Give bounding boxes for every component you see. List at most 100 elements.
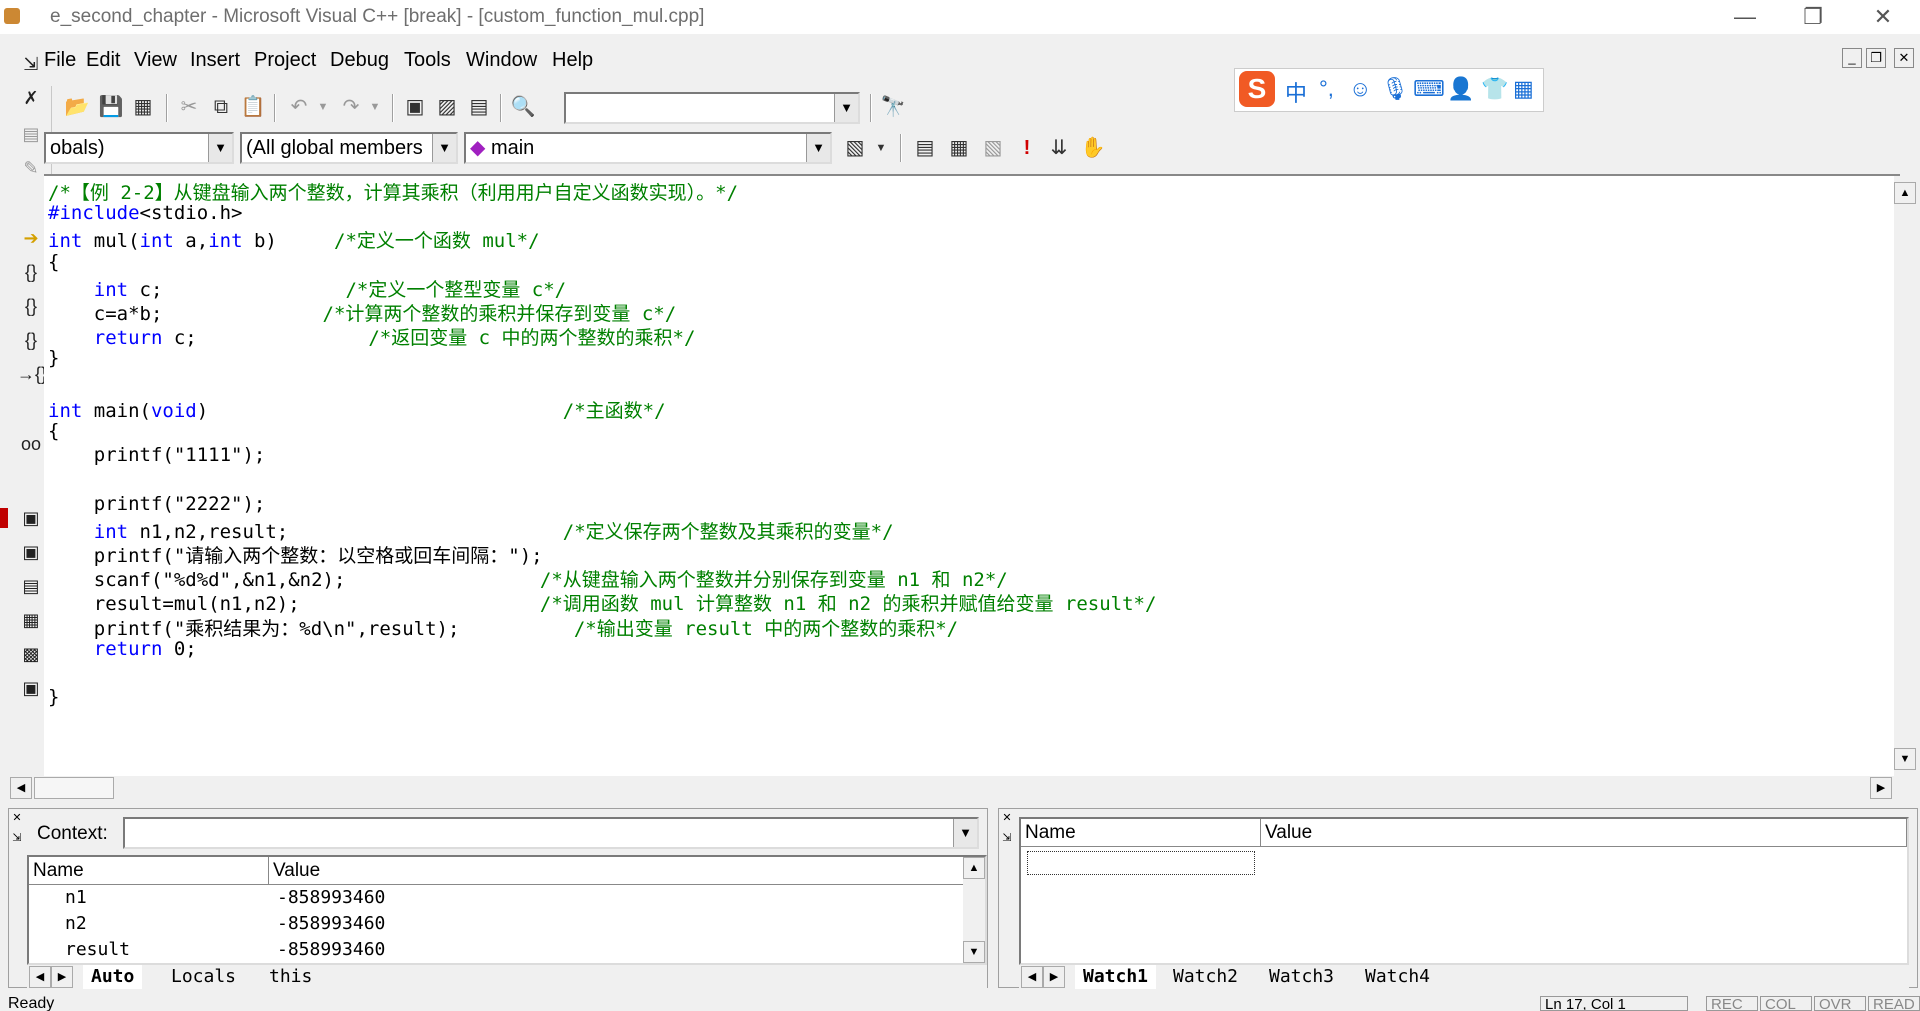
tab-scroll-left-icon[interactable]: ◀ (1021, 966, 1043, 988)
code-line[interactable]: printf("乘积结果为：%d\n",result); /*输出变量 resu… (48, 614, 958, 640)
code-line[interactable]: return 0; (48, 638, 197, 662)
editor-vertical-scrollbar[interactable]: ▲ ▼ (1894, 176, 1918, 776)
show-next-statement-icon[interactable]: ➔ (17, 224, 45, 252)
menu-file[interactable]: File (44, 49, 76, 72)
quickwatch-glasses-icon[interactable]: oo (17, 430, 45, 458)
step-over-brace-icon[interactable]: {} (17, 292, 45, 320)
execute-icon[interactable]: ! (1012, 133, 1042, 163)
variables-vertical-scrollbar[interactable]: ▲ ▼ (963, 857, 985, 963)
mdi-restore-button[interactable]: ❐ (1866, 48, 1886, 68)
tab-watch1[interactable]: Watch1 (1075, 965, 1157, 989)
keyboard-icon[interactable]: ⌨ (1413, 76, 1445, 102)
save-all-icon[interactable]: ▦ (128, 92, 158, 122)
stop-debug-icon[interactable]: ✗ (17, 84, 45, 112)
value-column-header[interactable]: Value (269, 857, 965, 885)
user-icon[interactable]: 👤 (1447, 76, 1474, 102)
registers-window-icon[interactable]: ▤ (17, 572, 45, 600)
step-into-icon[interactable]: ⇲ (17, 50, 45, 78)
paste-icon[interactable]: 📋 (238, 92, 268, 122)
cut-icon[interactable]: ✂ (174, 92, 204, 122)
menu-view[interactable]: View (134, 49, 177, 72)
code-line[interactable]: } (48, 347, 59, 371)
code-line[interactable]: printf("1111"); (48, 444, 266, 468)
run-to-cursor-icon[interactable]: →{} (17, 360, 47, 388)
scroll-down-icon[interactable]: ▼ (1894, 748, 1916, 770)
chevron-down-icon[interactable]: ▼ (834, 94, 858, 122)
stop-build-icon[interactable]: ▧ (978, 133, 1008, 163)
call-stack-icon[interactable]: ▩ (17, 640, 45, 668)
code-line[interactable]: int mul(int a,int b) /*定义一个函数 mul*/ (48, 226, 540, 252)
code-line[interactable]: return c; /*返回变量 c 中的两个整数的乘积*/ (48, 323, 696, 349)
build-icon[interactable]: ▦ (944, 133, 974, 163)
class-combo[interactable]: obals) ▼ (44, 132, 234, 164)
menu-edit[interactable]: Edit (86, 49, 120, 72)
chevron-down-icon[interactable]: ▼ (208, 134, 232, 162)
pane-close-icon[interactable]: ✕ (9, 811, 25, 827)
workspace-icon[interactable]: ▣ (400, 92, 430, 122)
restore-button[interactable]: ❐ (1778, 0, 1848, 34)
table-row[interactable]: result -858993460 (29, 937, 965, 963)
microphone-icon[interactable]: 🎙 (1381, 76, 1409, 102)
step-into-brace-icon[interactable]: {} (17, 258, 45, 286)
code-line[interactable]: int main(void) /*主函数*/ (48, 396, 666, 422)
redo-dropdown-icon[interactable]: ▼ (360, 92, 390, 122)
ime-punct-label[interactable]: °, (1319, 76, 1334, 102)
save-icon[interactable]: 💾 (96, 92, 126, 122)
tab-scroll-right-icon[interactable]: ▶ (1043, 966, 1065, 988)
find-in-files-icon[interactable]: 🔍 (508, 92, 538, 122)
tab-watch4[interactable]: Watch4 (1357, 965, 1438, 989)
tab-this[interactable]: this (261, 965, 320, 989)
function-combo[interactable]: ◆ main ▼ (464, 132, 832, 164)
value-column-header[interactable]: Value (1261, 819, 1907, 847)
pane-grip-icon[interactable]: ⇲ (999, 831, 1015, 847)
tab-scroll-right-icon[interactable]: ▶ (51, 966, 73, 988)
code-line[interactable]: } (48, 686, 59, 710)
code-line[interactable]: int n1,n2,result; /*定义保存两个整数及其乘积的变量*/ (48, 517, 894, 543)
code-line[interactable]: int c; /*定义一个整型变量 c*/ (48, 275, 566, 301)
sogou-logo-icon[interactable]: S (1239, 71, 1275, 107)
tab-auto[interactable]: Auto (83, 965, 143, 989)
menu-debug[interactable]: Debug (330, 49, 389, 72)
scroll-right-icon[interactable]: ▶ (1870, 777, 1892, 799)
scroll-up-icon[interactable]: ▲ (1894, 182, 1916, 204)
code-line[interactable]: printf("2222"); (48, 493, 266, 517)
breakpoint-hand-icon[interactable]: ✋ (1078, 133, 1108, 163)
scroll-left-icon[interactable]: ◀ (10, 777, 32, 799)
watch-grid[interactable]: Name Value (1019, 817, 1909, 965)
wizard-dropdown-icon[interactable]: ▼ (866, 133, 896, 163)
pane-grip-icon[interactable]: ⇲ (9, 831, 25, 847)
tab-scroll-left-icon[interactable]: ◀ (29, 966, 51, 988)
open-folder-icon[interactable]: 📂 (62, 92, 92, 122)
close-button[interactable]: ✕ (1848, 0, 1918, 34)
compile-icon[interactable]: ▤ (910, 133, 940, 163)
code-editor[interactable]: /*【例 2-2】从键盘输入两个整数，计算其乘积（利用用户自定义函数实现）。*/… (44, 174, 1900, 776)
window-list-icon[interactable]: ▤ (464, 92, 494, 122)
variables-window-icon[interactable]: ▣ (17, 538, 45, 566)
go-icon[interactable]: ⇊ (1044, 133, 1074, 163)
scroll-down-icon[interactable]: ▼ (963, 941, 985, 963)
code-line[interactable]: { (48, 251, 59, 275)
document-icon[interactable]: ▤ (17, 120, 45, 148)
code-line[interactable]: c=a*b; /*计算两个整数的乘积并保存到变量 c*/ (48, 299, 676, 325)
tab-watch3[interactable]: Watch3 (1261, 965, 1342, 989)
new-watch-entry[interactable] (1027, 851, 1255, 875)
grid-menu-icon[interactable]: ▦ (1513, 76, 1534, 102)
step-out-brace-icon[interactable]: {} (17, 326, 45, 354)
chevron-down-icon[interactable]: ▼ (953, 819, 977, 847)
ime-mode-label[interactable]: 中 (1285, 76, 1307, 108)
mdi-close-button[interactable]: ✕ (1894, 48, 1914, 68)
chevron-down-icon[interactable]: ▼ (432, 134, 456, 162)
copy-icon[interactable]: ⧉ (206, 92, 236, 122)
code-line[interactable]: #include<stdio.h> (48, 202, 242, 226)
find-icon[interactable]: 🔭 (878, 92, 908, 122)
menu-project[interactable]: Project (254, 49, 316, 72)
mdi-minimize-button[interactable]: _ (1842, 48, 1862, 68)
name-column-header[interactable]: Name (1021, 819, 1261, 847)
emoji-icon[interactable]: ☺ (1349, 76, 1371, 102)
edit-icon[interactable]: ✎ (17, 154, 45, 182)
code-line[interactable]: /*【例 2-2】从键盘输入两个整数，计算其乘积（利用用户自定义函数实现）。*/ (48, 178, 738, 204)
code-line[interactable]: printf("请输入两个整数：以空格或回车间隔："); (48, 541, 543, 567)
disassembly-icon[interactable]: ▣ (17, 674, 45, 702)
menu-help[interactable]: Help (552, 49, 593, 72)
output-icon[interactable]: ▨ (432, 92, 462, 122)
